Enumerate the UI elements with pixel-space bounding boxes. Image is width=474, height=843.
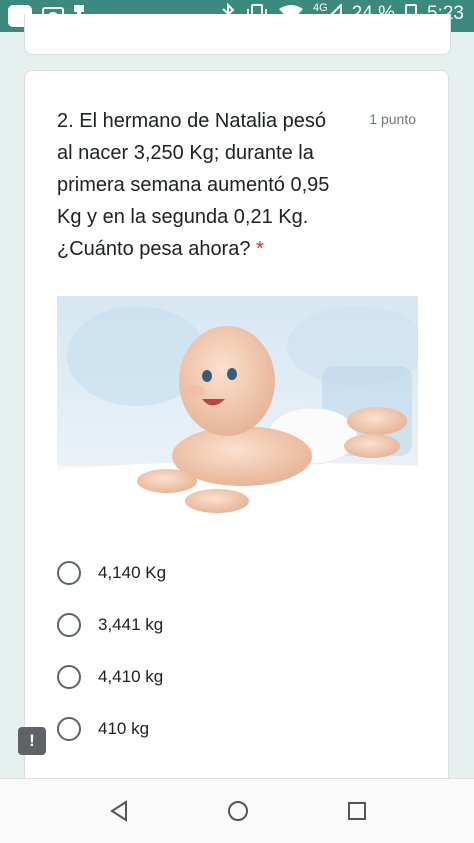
points-label: 1 punto (369, 111, 416, 127)
option-label: 3,441 kg (98, 615, 164, 634)
radio-button[interactable] (57, 717, 81, 741)
radio-button[interactable] (57, 613, 81, 637)
recents-icon[interactable] (346, 799, 368, 823)
feedback-icon[interactable]: ! (18, 727, 46, 755)
option-1[interactable]: 4,140 Kg (57, 553, 357, 593)
back-icon[interactable] (108, 799, 130, 823)
option-4[interactable]: 410 kg (57, 709, 357, 749)
required-mark: * (256, 238, 264, 260)
question-card: 2. El hermano de Natalia pesó al nacer 3… (24, 70, 449, 790)
navigation-bar (0, 778, 474, 843)
option-label: 4,140 Kg (98, 563, 167, 582)
network-type: 4G (313, 2, 328, 14)
option-label: 410 kg (98, 719, 150, 738)
home-icon[interactable] (226, 799, 250, 823)
option-label: 4,410 kg (98, 667, 164, 686)
previous-question-card (24, 14, 451, 55)
question-text: 2. El hermano de Natalia pesó al nacer 3… (57, 105, 347, 265)
baby-photo (57, 296, 418, 535)
radio-button[interactable] (57, 665, 81, 689)
radio-button[interactable] (57, 561, 81, 585)
option-2[interactable]: 3,441 kg (57, 605, 357, 645)
question-label: 2. El hermano de Natalia pesó al nacer 3… (57, 110, 330, 260)
option-3[interactable]: 4,410 kg (57, 657, 357, 697)
